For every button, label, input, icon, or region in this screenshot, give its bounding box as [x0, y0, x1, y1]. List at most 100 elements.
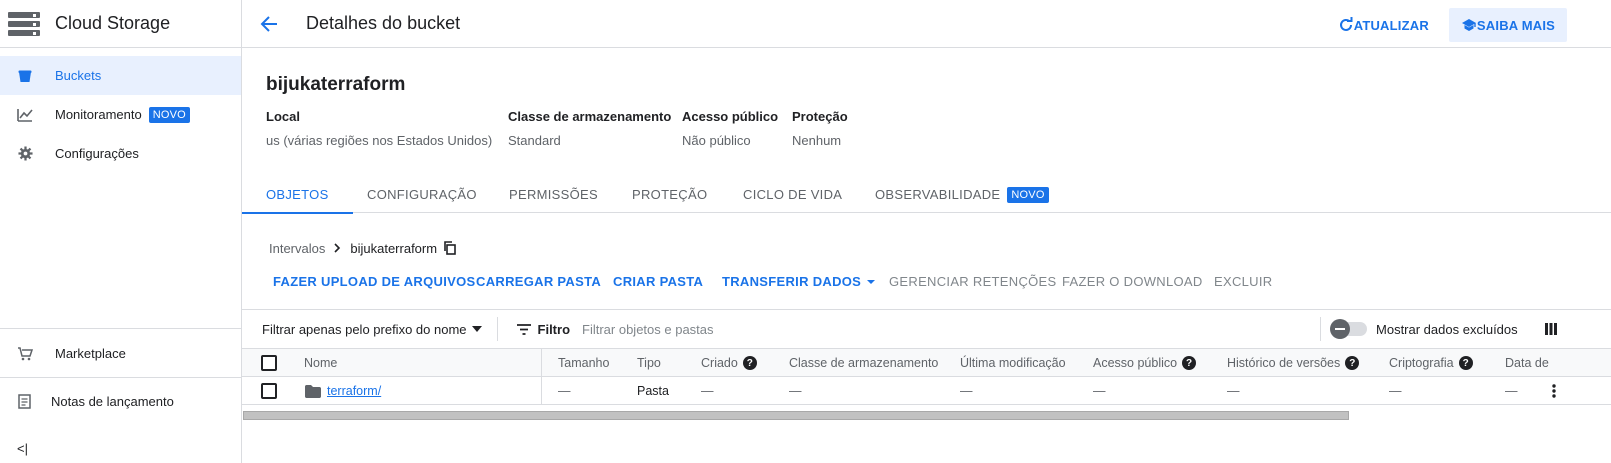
meta-key: Local — [266, 109, 300, 124]
meta-key: Proteção — [792, 109, 848, 124]
cell-storage-class: — — [789, 384, 802, 398]
refresh-icon — [1339, 17, 1353, 31]
breadcrumb-current: bijukaterraform — [350, 240, 438, 256]
meta-key: Acesso público — [682, 109, 779, 124]
sidebar-divider — [0, 328, 241, 329]
horizontal-scrollbar[interactable] — [243, 411, 1349, 420]
page-title: Detalhes do bucket — [306, 13, 461, 33]
sidebar-divider — [0, 377, 241, 378]
sidebar-item-release-notes[interactable]: Notas de lançamento — [0, 382, 241, 421]
table-row[interactable]: terraform/ — Pasta — — — — — — — — [242, 377, 1611, 405]
transfer-data-button[interactable]: TRANSFERIR DADOS — [722, 274, 876, 289]
transfer-data-label: TRANSFERIR DADOS — [722, 274, 862, 289]
prefix-filter-label: Filtrar apenas pelo prefixo do nome — [262, 321, 467, 337]
filter-bar: Filtrar apenas pelo prefixo do nome Filt… — [242, 309, 1611, 349]
cell-version-history: — — [1227, 384, 1240, 398]
show-deleted-toggle[interactable] — [1330, 319, 1368, 339]
sidebar: Cloud Storage Buckets Monitoramento NOVO… — [0, 0, 242, 463]
new-badge: NOVO — [1007, 186, 1049, 203]
chevron-right-icon — [334, 241, 341, 256]
cell-encryption: — — [1389, 384, 1402, 398]
manage-holds-button[interactable]: GERENCIAR RETENÇÕES — [889, 274, 1057, 289]
breadcrumb-root[interactable]: Intervalos — [269, 241, 325, 256]
notes-icon — [17, 394, 33, 410]
row-checkbox[interactable] — [261, 377, 277, 405]
cell-size: — — [558, 384, 571, 398]
filter-label: Filtro — [537, 321, 571, 337]
tab-bar: OBJETOS CONFIGURAÇÃO PERMISSÕES PROTEÇÃO… — [242, 176, 1611, 214]
refresh-label: ATUALIZAR — [1353, 17, 1429, 33]
meta-value: Nenhum — [792, 133, 842, 148]
meta-value: Não público — [682, 133, 751, 148]
sidebar-item-monitoring[interactable]: Monitoramento NOVO — [0, 95, 241, 134]
chart-icon — [17, 107, 33, 123]
meta-value: us (várias regiões nos Estados Unidos) — [266, 133, 493, 148]
toggle-knob — [1330, 319, 1351, 339]
col-label: Histórico de versões — [1227, 356, 1341, 370]
sidebar-item-buckets[interactable]: Buckets — [0, 56, 241, 95]
copy-icon[interactable] — [443, 241, 457, 255]
sidebar-item-label: Marketplace — [55, 346, 126, 361]
school-icon — [1461, 19, 1476, 31]
select-all-checkbox[interactable] — [261, 349, 277, 377]
folder-icon — [305, 377, 321, 405]
upload-files-button[interactable]: FAZER UPLOAD DE ARQUIVOS — [273, 274, 475, 289]
col-public-access[interactable]: Acesso público ? — [1093, 349, 1197, 377]
collapse-sidebar-button[interactable]: <| — [17, 441, 28, 456]
upload-folder-button[interactable]: CARREGAR PASTA — [476, 274, 601, 289]
learn-more-button[interactable]: SAIBA MAIS — [1448, 8, 1567, 42]
col-encryption[interactable]: Criptografia ? — [1389, 349, 1473, 377]
help-icon[interactable]: ? — [1345, 356, 1360, 370]
gear-icon — [17, 146, 33, 162]
product-title: Cloud Storage — [55, 13, 171, 33]
tab-protection[interactable]: PROTEÇÃO — [632, 176, 707, 213]
cell-public-access: — — [1093, 384, 1106, 398]
tab-label: OBSERVABILIDADE — [875, 187, 1001, 202]
tab-lifecycle[interactable]: CICLO DE VIDA — [743, 176, 842, 213]
col-size[interactable]: Tamanho — [558, 349, 609, 377]
create-folder-button[interactable]: CRIAR PASTA — [613, 274, 703, 289]
col-version-history[interactable]: Histórico de versões ? — [1227, 349, 1360, 377]
cell-last-modified: — — [960, 384, 973, 398]
cloud-storage-logo-icon — [8, 11, 40, 36]
filter-list-icon — [516, 323, 531, 335]
help-icon[interactable]: ? — [1458, 356, 1473, 370]
col-created[interactable]: Criado ? — [701, 349, 757, 377]
caret-down-icon — [471, 326, 482, 332]
object-name-link[interactable]: terraform/ — [327, 377, 381, 405]
download-button[interactable]: FAZER O DOWNLOAD — [1062, 274, 1203, 289]
prefix-filter-select[interactable]: Filtrar apenas pelo prefixo do nome — [262, 322, 482, 337]
col-date[interactable]: Data de — [1505, 349, 1549, 377]
tab-permissions[interactable]: PERMISSÕES — [509, 176, 598, 213]
filter-button[interactable]: Filtro — [516, 321, 571, 337]
learn-more-label: SAIBA MAIS — [1476, 17, 1555, 33]
sidebar-item-label: Configurações — [55, 146, 139, 161]
tab-objects[interactable]: OBJETOS — [242, 176, 352, 214]
help-icon[interactable]: ? — [1182, 356, 1197, 370]
breadcrumb: Intervalos bijukaterraform — [269, 238, 457, 258]
col-type[interactable]: Tipo — [637, 349, 661, 377]
more-vert-icon[interactable] — [1552, 377, 1556, 405]
col-label: Criptografia — [1389, 356, 1454, 370]
sidebar-item-settings[interactable]: Configurações — [0, 134, 241, 173]
col-storage-class[interactable]: Classe de armazenamento — [789, 349, 938, 377]
divider — [496, 317, 498, 341]
back-arrow-icon[interactable] — [260, 14, 280, 34]
bucket-name: bijukaterraform — [266, 74, 406, 95]
sidebar-item-label: Buckets — [55, 68, 102, 83]
bucket-icon — [17, 68, 33, 84]
column-display-icon[interactable] — [1544, 323, 1557, 335]
tab-observability[interactable]: OBSERVABILIDADE NOVO — [875, 176, 1049, 213]
col-last-modified[interactable]: Última modificação — [960, 349, 1066, 377]
help-icon[interactable]: ? — [742, 356, 757, 370]
filter-input[interactable] — [582, 321, 883, 337]
sidebar-item-label: Monitoramento — [55, 107, 142, 122]
sidebar-item-label: Notas de lançamento — [51, 394, 174, 409]
col-label: Acesso público — [1093, 356, 1178, 370]
sidebar-item-marketplace[interactable]: Marketplace — [0, 334, 241, 373]
tab-configuration[interactable]: CONFIGURAÇÃO — [367, 176, 477, 213]
delete-button[interactable]: EXCLUIR — [1214, 274, 1272, 289]
refresh-button[interactable]: ATUALIZAR — [1338, 17, 1429, 33]
col-name[interactable]: Nome — [304, 349, 337, 377]
meta-key: Classe de armazenamento — [508, 109, 672, 124]
